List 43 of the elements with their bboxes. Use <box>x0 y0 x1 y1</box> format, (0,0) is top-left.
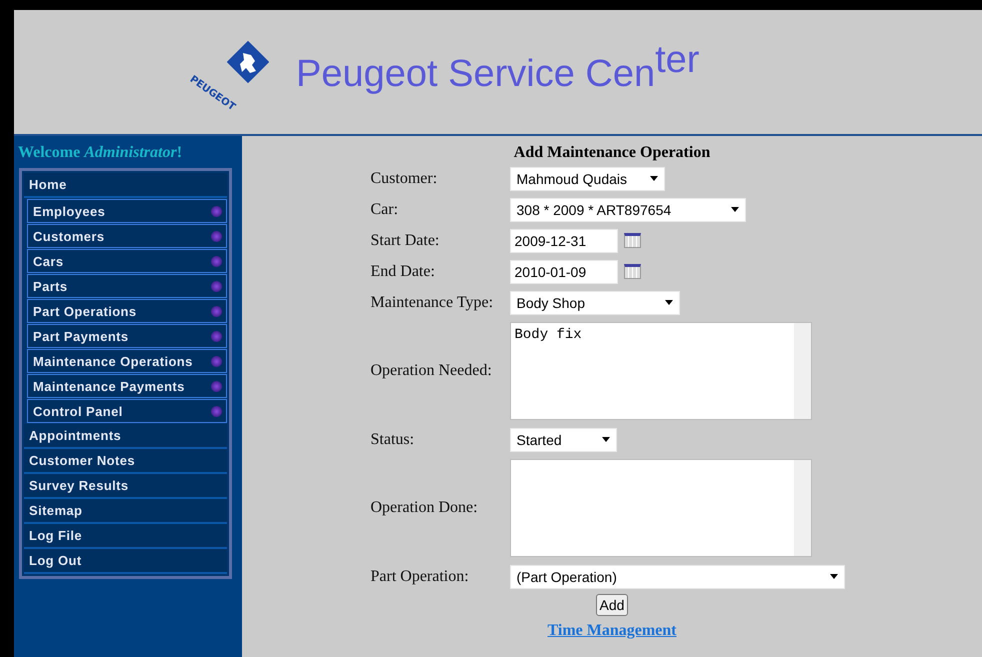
menu-item[interactable]: Sitemap <box>24 499 227 524</box>
add-button[interactable]: Add <box>596 594 628 616</box>
field-label: Start Date: <box>370 230 440 250</box>
menu-item[interactable]: Employees <box>27 199 227 223</box>
menu-item[interactable]: Appointments <box>24 424 227 449</box>
caret-icon <box>602 437 610 442</box>
field-label: Maintenance Type: <box>370 292 494 312</box>
calendar-icon[interactable] <box>624 264 640 279</box>
date-field[interactable]: 2010-01-09 <box>510 260 618 284</box>
dropdown[interactable]: Mahmoud Qudais <box>510 166 664 190</box>
field-label: Customer: <box>370 168 438 188</box>
field-label: Operation Needed: <box>370 361 493 381</box>
menu-item[interactable]: Parts <box>27 274 227 298</box>
menu-item[interactable]: Maintenance Payments <box>27 374 227 398</box>
field-label: Operation Done: <box>370 498 479 518</box>
field-label: Part Operation: <box>370 566 470 586</box>
caret-icon <box>650 176 658 181</box>
dropdown[interactable]: Body Shop <box>510 290 680 314</box>
field-label: Status: <box>370 430 416 450</box>
menu-item[interactable]: Control Panel <box>27 399 227 423</box>
menu-item[interactable]: Log Out <box>24 549 227 574</box>
caret-icon <box>664 300 672 305</box>
menu-item[interactable]: Part Operations <box>27 299 227 323</box>
menu-item[interactable]: Survey Results <box>24 474 227 499</box>
menu-item[interactable]: Part Payments <box>27 324 227 348</box>
menu-item[interactable]: Log File <box>24 524 227 549</box>
caret-icon <box>730 207 738 212</box>
menu-item[interactable]: Home <box>24 173 227 198</box>
welcome-text: Welcome Administrator! <box>18 144 184 162</box>
menu-item[interactable]: Cars <box>27 249 227 273</box>
menu-item[interactable]: Maintenance Operations <box>27 349 227 373</box>
dropdown[interactable]: (Part Operation) <box>510 564 844 588</box>
field-label: Car: <box>370 200 400 220</box>
caret-icon <box>830 574 838 579</box>
menu-item[interactable]: Customers <box>27 224 227 248</box>
text-area[interactable]: Body fix <box>510 322 812 420</box>
dropdown[interactable]: 308 * 2009 * ART897654 <box>510 198 746 222</box>
field-label: End Date: <box>370 262 436 282</box>
dropdown[interactable]: Started <box>510 428 616 452</box>
calendar-icon[interactable] <box>624 233 640 248</box>
form-title: Add Maintenance Operation <box>514 144 710 162</box>
date-field[interactable]: 2009-12-31 <box>510 228 618 252</box>
menu-item[interactable]: Customer Notes <box>24 449 227 474</box>
